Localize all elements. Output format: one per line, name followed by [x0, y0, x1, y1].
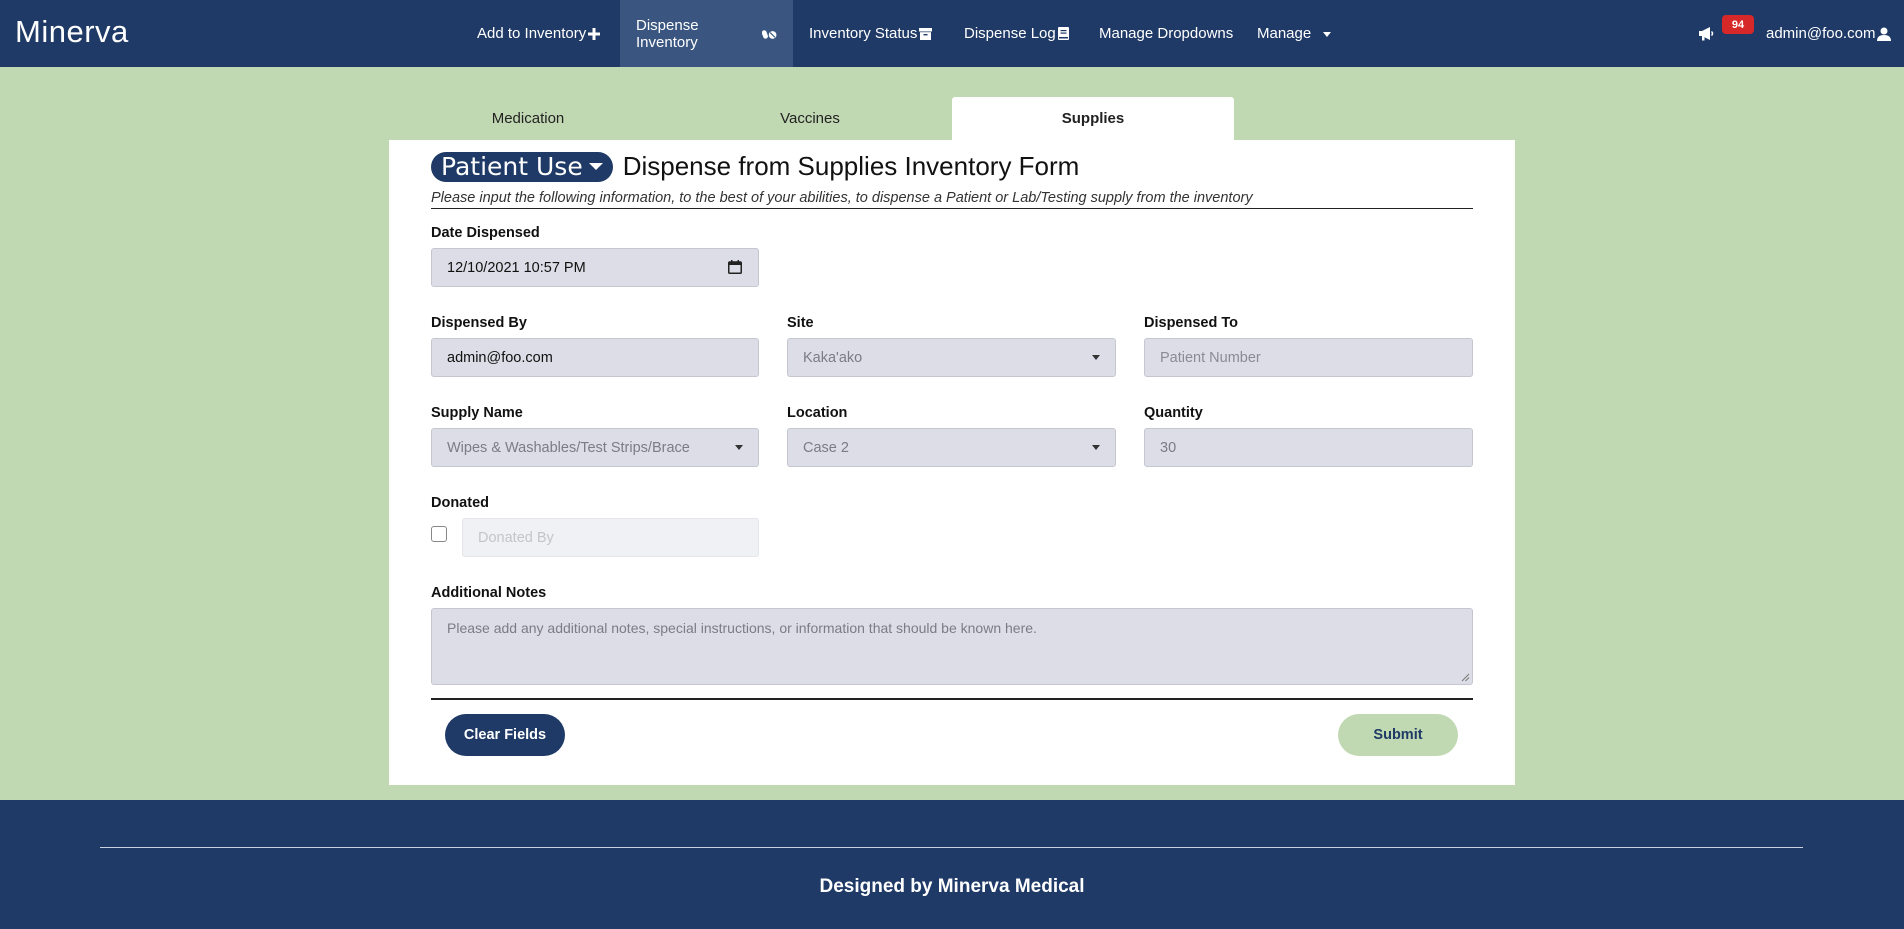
footer-divider	[100, 847, 1803, 848]
nav-dispense-inventory[interactable]: Dispense Inventory	[620, 0, 793, 67]
caret-down-icon	[588, 163, 603, 170]
nav-add-inventory-label: Add to Inventory	[477, 25, 587, 42]
location-select[interactable]: Case 2	[787, 428, 1116, 467]
supply-name-select[interactable]: Wipes & Washables/Test Strips/Brace	[431, 428, 759, 467]
nav-add-inventory[interactable]: Add to Inventory	[461, 0, 616, 67]
use-type-dropdown[interactable]: Patient Use	[431, 151, 613, 182]
location-label: Location	[787, 405, 848, 421]
select-caret-icon	[735, 445, 743, 450]
select-caret-icon	[1092, 355, 1100, 360]
dispensed-to-input[interactable]: Patient Number	[1144, 338, 1473, 377]
dispensed-by-input[interactable]: admin@foo.com	[431, 338, 759, 377]
nav-manage-dropdowns-label: Manage Dropdowns	[1099, 25, 1234, 42]
additional-notes-label: Additional Notes	[431, 585, 547, 601]
site-select[interactable]: Kaka'ako	[787, 338, 1116, 377]
dispense-form-card: Patient Use Dispense from Supplies Inven…	[389, 140, 1515, 785]
megaphone-icon	[1699, 27, 1714, 41]
nav-manage-label: Manage	[1257, 25, 1312, 42]
top-navbar: Minerva Add to Inventory Dispense Invent…	[0, 0, 1904, 67]
dispensed-by-value: admin@foo.com	[447, 349, 553, 366]
tab-medication-label: Medication	[491, 110, 565, 127]
footer-credit: Designed by Minerva Medical	[819, 876, 1085, 897]
resize-handle-icon[interactable]	[1461, 673, 1470, 682]
dispensed-by-label: Dispensed By	[431, 315, 527, 331]
brand-logo[interactable]: Minerva	[15, 14, 129, 50]
pills-icon	[761, 29, 777, 39]
date-dispensed-input[interactable]: 12/10/2021 10:57 PM	[431, 248, 759, 287]
donated-by-input: Donated By	[462, 518, 759, 557]
notifications-button[interactable]	[1698, 0, 1715, 67]
user-email: admin@foo.com	[1766, 25, 1876, 42]
tab-supplies-label: Supplies	[1061, 110, 1125, 127]
tab-vaccines[interactable]: Vaccines	[669, 97, 951, 140]
dispensed-to-label: Dispensed To	[1144, 315, 1238, 331]
additional-notes-textarea[interactable]: Please add any additional notes, special…	[431, 608, 1473, 685]
donated-by-placeholder: Donated By	[478, 529, 554, 546]
nav-manage-dropdowns[interactable]: Manage Dropdowns	[1083, 0, 1249, 67]
footer: Designed by Minerva Medical	[0, 800, 1904, 929]
tab-vaccines-label: Vaccines	[780, 110, 840, 127]
form-divider	[431, 698, 1473, 700]
archive-icon	[919, 27, 933, 40]
use-type-label: Patient Use	[441, 152, 583, 181]
clear-fields-button[interactable]: Clear Fields	[445, 714, 565, 756]
date-dispensed-value: 12/10/2021 10:57 PM	[447, 259, 586, 276]
user-icon	[1877, 27, 1892, 41]
user-menu[interactable]: admin@foo.com	[1766, 0, 1892, 67]
nav-inventory-status-label: Inventory Status	[809, 25, 918, 42]
additional-notes-placeholder: Please add any additional notes, special…	[447, 620, 1037, 636]
donated-checkbox[interactable]	[431, 526, 447, 542]
donated-label: Donated	[431, 495, 489, 511]
nav-dispense-log-label: Dispense Log	[964, 25, 1056, 42]
site-value: Kaka'ako	[803, 349, 863, 366]
caret-down-icon	[1323, 31, 1332, 37]
tab-supplies[interactable]: Supplies	[952, 97, 1234, 140]
dispensed-to-placeholder: Patient Number	[1160, 349, 1261, 366]
nav-dispense-inventory-label: Dispense Inventory	[636, 16, 699, 51]
location-value: Case 2	[803, 439, 849, 456]
notification-count-badge: 94	[1722, 15, 1754, 34]
nav-inventory-status[interactable]: Inventory Status	[793, 0, 948, 67]
submit-button[interactable]: Submit	[1338, 714, 1458, 756]
form-header: Patient Use Dispense from Supplies Inven…	[431, 151, 1079, 182]
tab-medication[interactable]: Medication	[387, 97, 669, 140]
calendar-icon[interactable]	[728, 260, 742, 274]
site-label: Site	[787, 315, 814, 331]
nav-dispense-log[interactable]: Dispense Log	[948, 0, 1085, 67]
supply-name-value: Wipes & Washables/Test Strips/Brace	[447, 439, 690, 456]
quantity-label: Quantity	[1144, 405, 1203, 421]
plus-icon	[588, 27, 601, 40]
quantity-input[interactable]: 30	[1144, 428, 1473, 467]
date-dispensed-label: Date Dispensed	[431, 225, 540, 241]
form-title: Dispense from Supplies Inventory Form	[622, 151, 1080, 181]
quantity-value: 30	[1160, 439, 1177, 456]
supply-name-label: Supply Name	[431, 405, 523, 421]
nav-manage-dropdown[interactable]: Manage	[1241, 0, 1351, 67]
form-subtitle: Please input the following information, …	[431, 190, 1473, 209]
book-icon	[1057, 27, 1069, 40]
select-caret-icon	[1092, 445, 1100, 450]
